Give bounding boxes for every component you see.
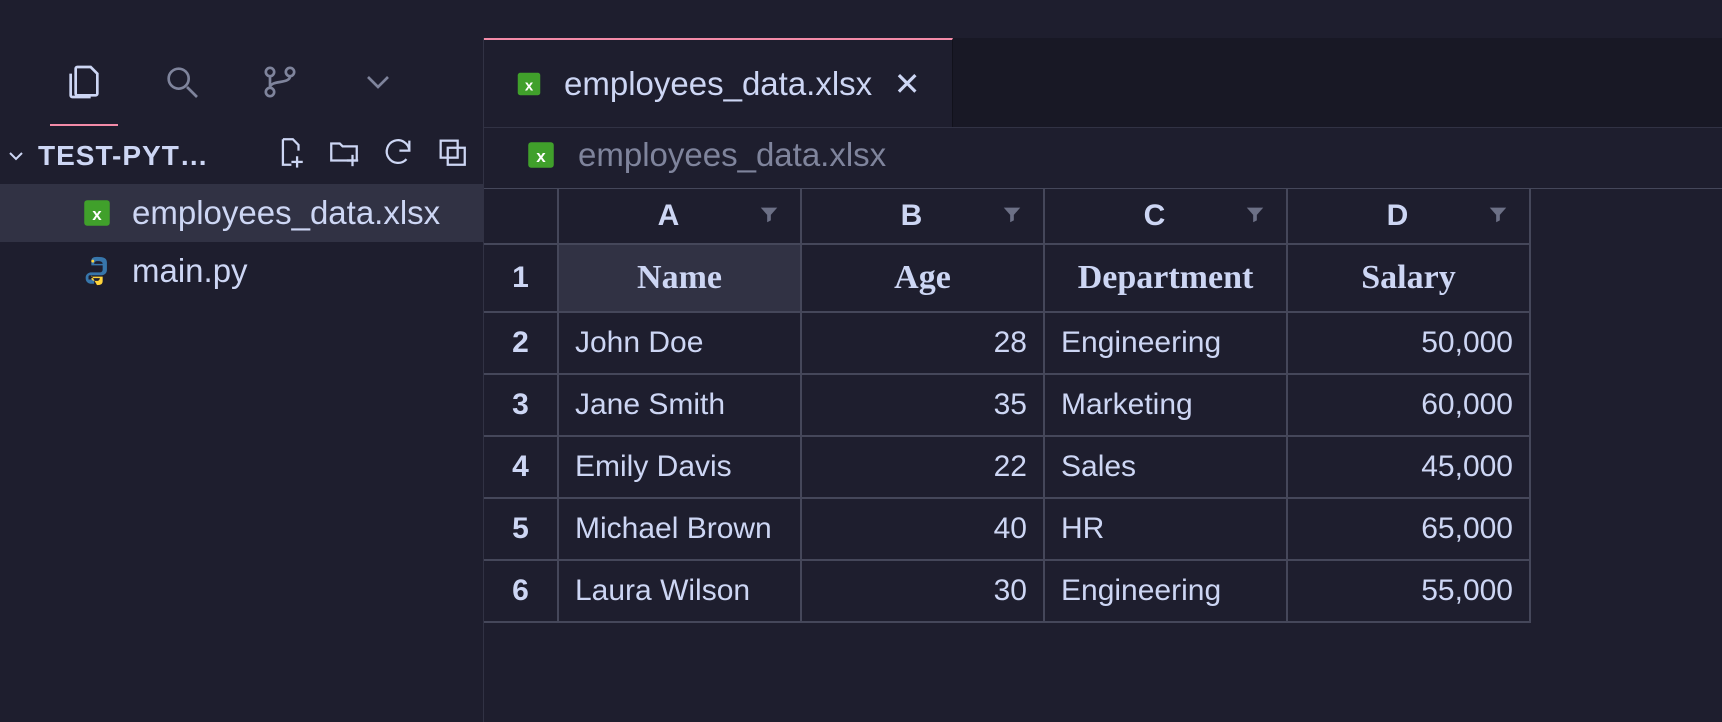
table-row: 1 Name Age Department Salary bbox=[484, 245, 1722, 313]
row-header[interactable]: 6 bbox=[484, 561, 559, 623]
titlebar bbox=[0, 0, 1722, 38]
filter-icon[interactable] bbox=[1001, 199, 1023, 233]
editor-main: x employees_data.xlsx ✕ x employees_data… bbox=[483, 38, 1722, 722]
column-header-row: A B C D bbox=[484, 189, 1722, 245]
cell[interactable]: Department bbox=[1045, 245, 1288, 313]
breadcrumb-label: employees_data.xlsx bbox=[578, 136, 886, 174]
table-row: 5 Michael Brown 40 HR 65,000 bbox=[484, 499, 1722, 561]
new-folder-button[interactable] bbox=[327, 135, 361, 176]
cell[interactable]: 22 bbox=[802, 437, 1045, 499]
cell[interactable]: 35 bbox=[802, 375, 1045, 437]
cell[interactable]: Emily Davis bbox=[559, 437, 802, 499]
tabbar: x employees_data.xlsx ✕ bbox=[484, 38, 1722, 128]
explorer-header[interactable]: TEST-PYT… bbox=[0, 127, 483, 184]
cell[interactable]: 40 bbox=[802, 499, 1045, 561]
row-header[interactable]: 5 bbox=[484, 499, 559, 561]
select-all-corner[interactable] bbox=[484, 189, 559, 245]
cell[interactable]: John Doe bbox=[559, 313, 802, 375]
filter-icon[interactable] bbox=[758, 199, 780, 233]
scm-tab[interactable] bbox=[256, 58, 304, 106]
cell[interactable]: 55,000 bbox=[1288, 561, 1531, 623]
table-row: 4 Emily Davis 22 Sales 45,000 bbox=[484, 437, 1722, 499]
cell[interactable]: HR bbox=[1045, 499, 1288, 561]
file-item-xlsx[interactable]: x employees_data.xlsx bbox=[0, 184, 483, 242]
breadcrumb[interactable]: x employees_data.xlsx bbox=[484, 128, 1722, 188]
excel-icon: x bbox=[514, 67, 544, 101]
files-icon bbox=[64, 62, 104, 102]
tab-label: employees_data.xlsx bbox=[564, 65, 872, 103]
table-row: 6 Laura Wilson 30 Engineering 55,000 bbox=[484, 561, 1722, 623]
col-header-c[interactable]: C bbox=[1045, 189, 1288, 245]
table-row: 2 John Doe 28 Engineering 50,000 bbox=[484, 313, 1722, 375]
cell[interactable]: 30 bbox=[802, 561, 1045, 623]
cell[interactable]: Marketing bbox=[1045, 375, 1288, 437]
cell[interactable]: 50,000 bbox=[1288, 313, 1531, 375]
tab-employees-xlsx[interactable]: x employees_data.xlsx ✕ bbox=[484, 38, 953, 127]
cell[interactable]: Laura Wilson bbox=[559, 561, 802, 623]
more-tab[interactable] bbox=[354, 58, 402, 106]
spreadsheet: A B C D bbox=[484, 188, 1722, 623]
cell[interactable]: Jane Smith bbox=[559, 375, 802, 437]
row-header[interactable]: 3 bbox=[484, 375, 559, 437]
cell[interactable]: 60,000 bbox=[1288, 375, 1531, 437]
row-header[interactable]: 2 bbox=[484, 313, 559, 375]
excel-icon: x bbox=[524, 138, 558, 172]
cell[interactable]: 65,000 bbox=[1288, 499, 1531, 561]
svg-text:x: x bbox=[525, 77, 534, 94]
cell[interactable]: Sales bbox=[1045, 437, 1288, 499]
python-icon bbox=[80, 254, 114, 288]
col-header-d[interactable]: D bbox=[1288, 189, 1531, 245]
file-name: main.py bbox=[132, 252, 248, 290]
col-header-b[interactable]: B bbox=[802, 189, 1045, 245]
row-header[interactable]: 4 bbox=[484, 437, 559, 499]
filter-icon[interactable] bbox=[1244, 199, 1266, 233]
col-header-a[interactable]: A bbox=[559, 189, 802, 245]
cell[interactable]: 28 bbox=[802, 313, 1045, 375]
close-icon[interactable]: ✕ bbox=[892, 65, 922, 103]
collapse-button[interactable] bbox=[435, 135, 469, 176]
file-name: employees_data.xlsx bbox=[132, 194, 440, 232]
branch-icon bbox=[260, 62, 300, 102]
file-list: x employees_data.xlsx main.py bbox=[0, 184, 483, 300]
search-tab[interactable] bbox=[158, 58, 206, 106]
excel-icon: x bbox=[80, 196, 114, 230]
cell[interactable]: Age bbox=[802, 245, 1045, 313]
sidebar: TEST-PYT… x employees_data.xlsx bbox=[0, 38, 483, 722]
file-item-python[interactable]: main.py bbox=[0, 242, 483, 300]
project-name: TEST-PYT… bbox=[38, 140, 263, 172]
cell[interactable]: Engineering bbox=[1045, 561, 1288, 623]
row-header[interactable]: 1 bbox=[484, 245, 559, 313]
cell[interactable]: 45,000 bbox=[1288, 437, 1531, 499]
search-icon bbox=[162, 62, 202, 102]
chevron-down-icon bbox=[358, 62, 398, 102]
filter-icon[interactable] bbox=[1487, 199, 1509, 233]
table-row: 3 Jane Smith 35 Marketing 60,000 bbox=[484, 375, 1722, 437]
cell[interactable]: Michael Brown bbox=[559, 499, 802, 561]
cell[interactable]: Name bbox=[559, 245, 802, 313]
new-file-button[interactable] bbox=[273, 135, 307, 176]
cell[interactable]: Engineering bbox=[1045, 313, 1288, 375]
svg-text:x: x bbox=[536, 147, 546, 166]
svg-text:x: x bbox=[92, 205, 102, 224]
chevron-down-icon bbox=[4, 144, 28, 168]
cell[interactable]: Salary bbox=[1288, 245, 1531, 313]
refresh-button[interactable] bbox=[381, 135, 415, 176]
explorer-tab[interactable] bbox=[60, 58, 108, 106]
